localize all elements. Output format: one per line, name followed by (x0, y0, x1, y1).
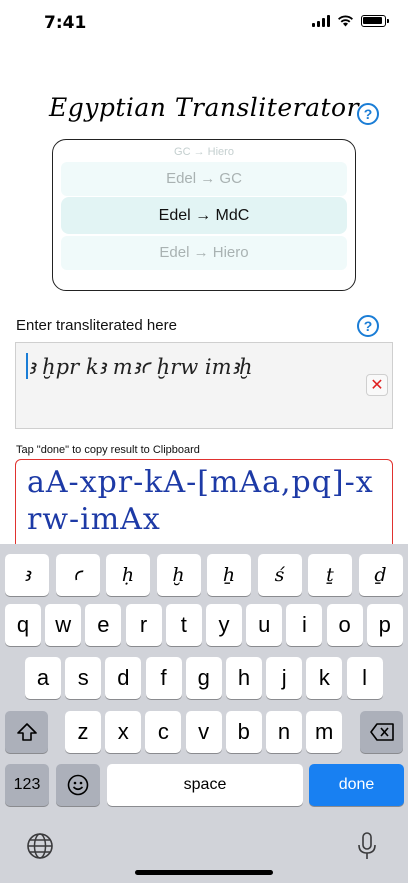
key-row2-8[interactable]: l (346, 657, 383, 699)
key-row2-4[interactable]: g (185, 657, 222, 699)
conversion-picker[interactable]: GC → Hiero Edel → GC Edel → MdC Edel → H… (52, 139, 356, 291)
key-row1-4[interactable]: t (165, 604, 202, 646)
picker-option-edel-mdc[interactable]: Edel → MdC (61, 197, 347, 234)
key-row1-9[interactable]: p (366, 604, 403, 646)
picker-option-edel-hiero[interactable]: Edel → Hiero (61, 236, 347, 270)
key-row2-5[interactable]: h (226, 657, 262, 699)
status-bar: 7:41 (0, 0, 408, 46)
key-row1-6[interactable]: u (246, 604, 283, 646)
shift-icon (16, 723, 37, 741)
clear-input-button[interactable]: ✕ (366, 374, 388, 396)
numbers-key[interactable]: 123 (5, 764, 49, 806)
picker-option-edel-gc[interactable]: Edel → GC (61, 162, 347, 196)
question-icon: ? (363, 106, 373, 122)
microphone-icon (358, 832, 376, 859)
question-icon: ? (363, 318, 373, 334)
shift-key[interactable] (5, 711, 48, 753)
emoji-icon (67, 774, 89, 796)
key-row1-5[interactable]: y (206, 604, 242, 646)
key-row3-3[interactable]: v (185, 711, 222, 753)
keyboard: ꜣꜥḥḫẖśṯḏ qwertyuiop asdfghjkl zxcvbnm 123 s… (0, 544, 408, 883)
close-icon: ✕ (370, 377, 384, 394)
done-key[interactable]: done (309, 764, 404, 806)
key-row3-6[interactable]: m (306, 711, 343, 753)
wifi-icon (338, 15, 353, 27)
picker-option-faint[interactable]: GC → Hiero (61, 146, 347, 158)
space-key[interactable]: space (107, 764, 303, 806)
app-title: Egyptian Transliterator (48, 93, 360, 122)
key-row3-5[interactable]: n (266, 711, 302, 753)
key-row-translit-2[interactable]: ḥ (106, 554, 150, 596)
globe-icon (27, 833, 53, 859)
key-row-translit-1[interactable]: ꜥ (55, 554, 100, 596)
key-row2-2[interactable]: d (105, 657, 142, 699)
home-indicator (135, 870, 273, 875)
emoji-key[interactable] (56, 764, 100, 806)
input-help-button[interactable]: ? (357, 315, 379, 337)
key-row2-7[interactable]: k (306, 657, 343, 699)
key-row1-7[interactable]: i (286, 604, 323, 646)
key-row-translit-7[interactable]: ḏ (358, 554, 403, 596)
key-row-translit-3[interactable]: ḫ (156, 554, 201, 596)
key-row2-3[interactable]: f (145, 657, 182, 699)
backspace-icon (369, 723, 394, 741)
key-row-translit-5[interactable]: ś (257, 554, 302, 596)
transliteration-input[interactable]: ꜣ ḫpr kꜣ mꜣꜥ ḫrw imꜣḫ ✕ (15, 342, 393, 429)
dictation-button[interactable] (352, 829, 382, 863)
key-row2-1[interactable]: s (65, 657, 102, 699)
globe-button[interactable] (25, 831, 55, 861)
help-button[interactable]: ? (357, 103, 379, 125)
key-row-translit-6[interactable]: ṯ (308, 554, 352, 596)
key-row-translit-4[interactable]: ẖ (207, 554, 251, 596)
key-row2-0[interactable]: a (25, 657, 61, 699)
key-row1-1[interactable]: w (45, 604, 82, 646)
key-row3-1[interactable]: x (105, 711, 142, 753)
key-row1-0[interactable]: q (5, 604, 41, 646)
copy-hint: Tap "done" to copy result to Clipboard (16, 444, 200, 456)
backspace-key[interactable] (360, 711, 403, 753)
transliteration-input-value: ꜣ ḫpr kꜣ mꜣꜥ ḫrw imꜣḫ (28, 355, 253, 379)
key-row1-2[interactable]: e (85, 604, 122, 646)
cellular-signal-icon (312, 15, 330, 27)
status-icons (312, 15, 389, 27)
key-row1-3[interactable]: r (125, 604, 162, 646)
status-time: 7:41 (44, 13, 87, 33)
key-row2-6[interactable]: j (266, 657, 303, 699)
key-row3-2[interactable]: c (145, 711, 182, 753)
battery-icon (361, 15, 389, 27)
result-output-value: aA-xpr-kA-[mAa,pq]-xrw-imAx (27, 465, 374, 537)
key-row3-0[interactable]: z (65, 711, 101, 753)
key-row1-8[interactable]: o (326, 604, 363, 646)
input-label: Enter transliterated here (16, 317, 177, 334)
key-row-translit-0[interactable]: ꜣ (5, 554, 49, 596)
key-row3-4[interactable]: b (225, 711, 262, 753)
